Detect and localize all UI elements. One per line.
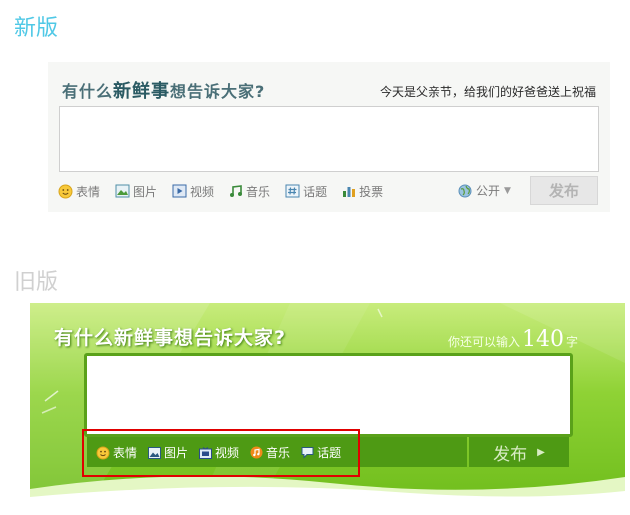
char-counter-post: 字 bbox=[566, 335, 579, 349]
visibility-dropdown[interactable]: 公开 ▼ bbox=[458, 182, 511, 199]
globe-icon bbox=[458, 184, 472, 197]
arrow-right-icon: ▶ bbox=[537, 446, 545, 458]
smiley-icon bbox=[58, 184, 73, 198]
new-tool-label: 话题 bbox=[303, 184, 328, 199]
new-tool-poll[interactable]: 投票 bbox=[342, 183, 383, 200]
new-tool-label: 音乐 bbox=[246, 184, 271, 199]
new-send-button[interactable]: 发布 bbox=[530, 176, 598, 205]
new-toolbar: 表情 图片 视频 音乐 话题 投票 bbox=[58, 182, 398, 200]
new-prompt-accent: 新鲜事 bbox=[113, 81, 171, 102]
new-tool-label: 投票 bbox=[359, 184, 384, 199]
new-tool-image[interactable]: 图片 bbox=[115, 183, 157, 200]
new-prompt-pre: 有什么 bbox=[62, 82, 114, 101]
new-post-textarea[interactable] bbox=[59, 106, 599, 172]
new-tool-label: 视频 bbox=[190, 184, 215, 199]
char-counter-value: 140 bbox=[522, 327, 565, 352]
video-icon bbox=[172, 184, 187, 198]
music-icon bbox=[230, 185, 243, 197]
new-tip-link[interactable]: 今天是父亲节，给我们的好爸爸送上祝福 bbox=[380, 83, 596, 100]
new-tool-label: 表情 bbox=[76, 184, 101, 199]
new-tool-emoticon[interactable]: 表情 bbox=[58, 183, 100, 200]
new-tool-video[interactable]: 视频 bbox=[172, 183, 214, 200]
chevron-down-icon: ▼ bbox=[504, 185, 511, 196]
hashtag-icon bbox=[285, 184, 300, 198]
new-version-heading: 新版 bbox=[14, 16, 59, 41]
new-tool-topic[interactable]: 话题 bbox=[285, 183, 327, 200]
new-tool-music[interactable]: 音乐 bbox=[229, 183, 270, 200]
poll-icon bbox=[343, 187, 356, 197]
char-counter: 你还可以输入 140 字 bbox=[448, 327, 578, 352]
new-publisher: 有什么新鲜事想告诉大家? 今天是父亲节，给我们的好爸爸送上祝福 表情 图片 视频… bbox=[48, 62, 610, 212]
image-icon bbox=[115, 184, 130, 198]
old-post-textarea[interactable] bbox=[84, 353, 573, 437]
visibility-label: 公开 bbox=[476, 184, 501, 198]
new-tool-label: 图片 bbox=[133, 184, 158, 199]
new-prompt-post: 想告诉大家? bbox=[170, 82, 266, 101]
new-prompt-title: 有什么新鲜事想告诉大家? bbox=[62, 77, 265, 103]
old-prompt-title: 有什么新鲜事想告诉大家? bbox=[54, 327, 287, 349]
highlight-box bbox=[82, 429, 360, 477]
old-version-heading: 旧版 bbox=[14, 270, 59, 295]
old-send-label: 发布 bbox=[493, 444, 528, 465]
char-counter-pre: 你还可以输入 bbox=[448, 335, 521, 349]
